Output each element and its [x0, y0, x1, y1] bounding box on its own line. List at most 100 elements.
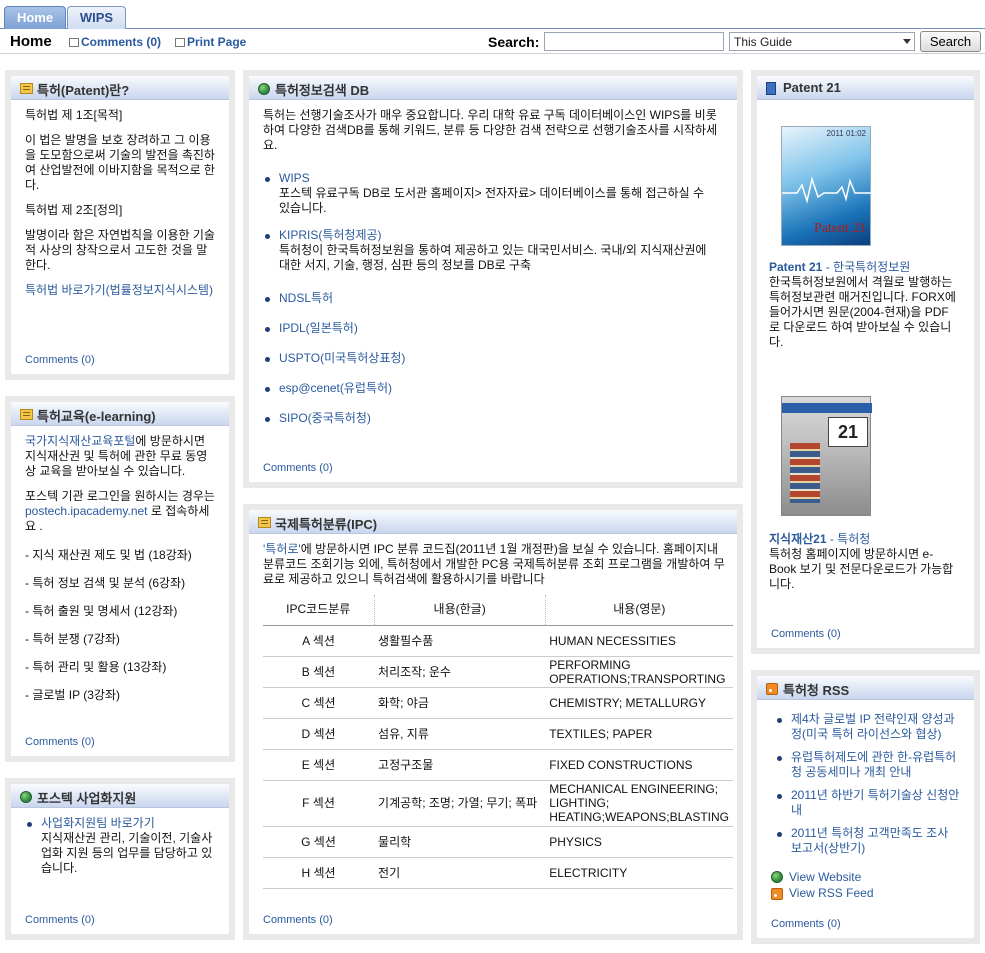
- chevron-down-icon: [903, 39, 911, 44]
- ipc-english: PHYSICS: [545, 826, 733, 858]
- globe-icon: [20, 791, 32, 803]
- book-icon: [766, 82, 776, 95]
- rss-item-link[interactable]: 2011년 특허청 고객만족도 조사 보고서(상반기): [791, 826, 948, 855]
- comments-link[interactable]: Comments (0): [25, 354, 95, 366]
- ip21-cover-image[interactable]: 21: [781, 396, 872, 516]
- rss-item: 2011년 하반기 특허기술상 신청안내: [775, 788, 960, 818]
- print-page-link[interactable]: Print Page: [175, 35, 246, 49]
- comments-link[interactable]: Comments (0): [69, 35, 161, 49]
- cover-date: 2011 01:02: [826, 129, 866, 138]
- view-website-link[interactable]: View Website: [789, 870, 861, 884]
- content-area: 특허(Patent)란? 특허법 제 1조[목적] 이 법은 발명을 보호 장려…: [0, 54, 985, 953]
- tab-home[interactable]: Home: [4, 6, 66, 29]
- ipc-english: HUMAN NECESSITIES: [545, 625, 733, 657]
- note-icon: [20, 83, 33, 94]
- db-item-ipdl: IPDL(일본특허): [263, 321, 709, 336]
- patent21-publisher: - 한국특허정보원: [822, 260, 911, 274]
- law-article-2-text: 발명이라 함은 자연법칙을 이용한 기술적 사상의 창작으로서 고도한 것을 말…: [25, 228, 215, 272]
- ndsl-link[interactable]: NDSL특허: [279, 291, 333, 305]
- patentro-link[interactable]: '특허로': [263, 542, 301, 556]
- patent21-desc: 한국특허정보원에서 격월로 발행하는 특허정보관련 매거진입니다. FORX에 …: [769, 275, 956, 349]
- ipc-english: PERFORMING OPERATIONS;TRANSPORTING: [545, 656, 733, 688]
- box-title: 포스텍 사업화지원: [37, 791, 137, 806]
- table-row: H 섹션 전기 ELECTRICITY: [263, 857, 733, 889]
- course-item: - 지식 재산권 제도 및 법 (18강좌): [25, 548, 192, 562]
- ip-education-portal-link[interactable]: 국가지식재산교육포털: [25, 434, 135, 448]
- search-scope-value: This Guide: [734, 35, 793, 49]
- ipc-code: E 섹션: [263, 749, 375, 781]
- comments-link[interactable]: Comments (0): [25, 736, 95, 748]
- box-title: Patent 21: [783, 80, 841, 95]
- box-header: Patent 21: [757, 76, 974, 100]
- rss-item-link[interactable]: 유럽특허제도에 관한 한-유럽특허청 공동세미나 개최 안내: [791, 750, 956, 779]
- commercialization-team-link[interactable]: 사업화지원팀 바로가기: [41, 816, 155, 830]
- comments-link[interactable]: Comments (0): [25, 914, 95, 926]
- tab-bar: Home WIPS: [0, 0, 985, 29]
- db-item-desc: 포스텍 유료구독 DB로 도서관 홈페이지> 전자자료> 데이터베이스를 통해 …: [279, 186, 705, 215]
- ipc-code: G 섹션: [263, 826, 375, 858]
- wips-link[interactable]: WIPS: [279, 171, 310, 185]
- sipo-link[interactable]: SIPO(중국특허청): [279, 411, 371, 425]
- db-item-sipo: SIPO(중국특허청): [263, 411, 709, 426]
- kipris-link[interactable]: KIPRIS(특허청제공): [279, 228, 382, 242]
- ipdl-link[interactable]: IPDL(일본특허): [279, 321, 358, 335]
- ipc-code: B 섹션: [263, 656, 375, 688]
- table-row: E 섹션 고정구조물 FIXED CONSTRUCTIONS: [263, 749, 733, 781]
- box-patent-search-db: 특허정보검색 DB 특허는 선행기술조사가 매우 중요합니다. 우리 대학 유료…: [243, 70, 743, 488]
- uspto-link[interactable]: USPTO(미국특허상표청): [279, 351, 405, 365]
- box-title: 특허청 RSS: [783, 683, 850, 698]
- globe-icon: [771, 871, 783, 883]
- view-website-row: View Website: [771, 870, 960, 885]
- box-patent21: Patent 21 2011 01:02 Patent 21 Patent 21…: [751, 70, 980, 654]
- table-row: A 섹션 생활필수품 HUMAN NECESSITIES: [263, 625, 733, 657]
- ipacademy-link[interactable]: postech.ipacademy.net: [25, 504, 148, 518]
- db-item-espacenet: esp@cenet(유럽특허): [263, 381, 709, 396]
- globe-icon: [258, 83, 270, 95]
- cover-books-graphic: [790, 443, 820, 503]
- db-item-uspto: USPTO(미국특허상표청): [263, 351, 709, 366]
- search-input[interactable]: [544, 32, 724, 51]
- ipc-table: IPC코드분류 내용(한글) 내용(영문) A 섹션 생활필수품 HUMAN NEC…: [263, 595, 733, 889]
- rss-item-link[interactable]: 2011년 하반기 특허기술상 신청안내: [791, 788, 959, 817]
- column-header: 내용(한글): [373, 595, 546, 626]
- view-rss-feed-link[interactable]: View RSS Feed: [789, 886, 874, 900]
- ipc-english: FIXED CONSTRUCTIONS: [545, 749, 733, 781]
- note-icon: [20, 409, 33, 420]
- ipc-code: F 섹션: [263, 780, 375, 827]
- ipc-korean: 화학; 야금: [374, 687, 546, 719]
- espacenet-link[interactable]: esp@cenet(유럽특허): [279, 381, 392, 395]
- db-intro: 특허는 선행기술조사가 매우 중요합니다. 우리 대학 유료 구독 데이터베이스…: [263, 108, 718, 152]
- box-patent-definition: 특허(Patent)란? 특허법 제 1조[목적] 이 법은 발명을 보호 장려…: [5, 70, 235, 380]
- ip21-link[interactable]: 지식재산21: [769, 532, 827, 546]
- comments-link[interactable]: Comments (0): [263, 462, 333, 474]
- patent-law-link[interactable]: 특허법 바로가기(법률정보지식시스템): [25, 283, 213, 297]
- rss-icon: [771, 888, 783, 900]
- rss-item: 유럽특허제도에 관한 한-유럽특허청 공동세미나 개최 안내: [775, 750, 960, 780]
- comments-link[interactable]: Comments (0): [771, 628, 841, 640]
- box-header: 포스텍 사업화지원: [11, 784, 229, 808]
- ipc-korean: 섬유, 지류: [374, 718, 546, 750]
- ipc-korean: 생활필수품: [374, 625, 546, 657]
- search-button[interactable]: Search: [920, 31, 981, 52]
- column-header: 내용(영문): [544, 595, 733, 626]
- tab-wips[interactable]: WIPS: [67, 6, 126, 29]
- list-item: 사업화지원팀 바로가기 지식재산권 관리, 기술이전, 기술사업화 지원 등의 …: [25, 816, 215, 876]
- ipc-intro-text: 에 방문하시면 IPC 분류 코드집(2011년 1월 개정판)을 보실 수 있…: [263, 542, 725, 586]
- cover-title: Patent 21: [814, 221, 867, 236]
- comments-link[interactable]: Comments (0): [263, 914, 333, 926]
- db-item-desc: 특허청이 한국특허정보원을 통하여 제공하고 있는 대국민서비스. 국내/외 지…: [279, 243, 707, 272]
- heartbeat-graphic: [782, 176, 872, 204]
- patent21-link[interactable]: Patent 21: [769, 260, 822, 274]
- box-title: 특허(Patent)란?: [37, 83, 130, 98]
- column-header: IPC코드분류: [263, 595, 375, 626]
- rss-item-link[interactable]: 제4차 글로벌 IP 전략인재 양성과정(미국 특허 라이선스와 협상): [791, 712, 955, 741]
- search-scope-select[interactable]: This Guide: [729, 32, 915, 51]
- comments-link[interactable]: Comments (0): [771, 918, 841, 930]
- view-rss-row: View RSS Feed: [771, 886, 960, 901]
- ipc-english: MECHANICAL ENGINEERING; LIGHTING; HEATIN…: [545, 780, 733, 827]
- comment-icon: [69, 38, 79, 47]
- commercialization-desc: 지식재산권 관리, 기술이전, 기술사업화 지원 등의 업무를 담당하고 있습니…: [41, 831, 213, 875]
- cover-band: [782, 403, 872, 413]
- box-title: 특허정보검색 DB: [275, 83, 370, 98]
- patent21-cover-image[interactable]: 2011 01:02 Patent 21: [781, 126, 872, 246]
